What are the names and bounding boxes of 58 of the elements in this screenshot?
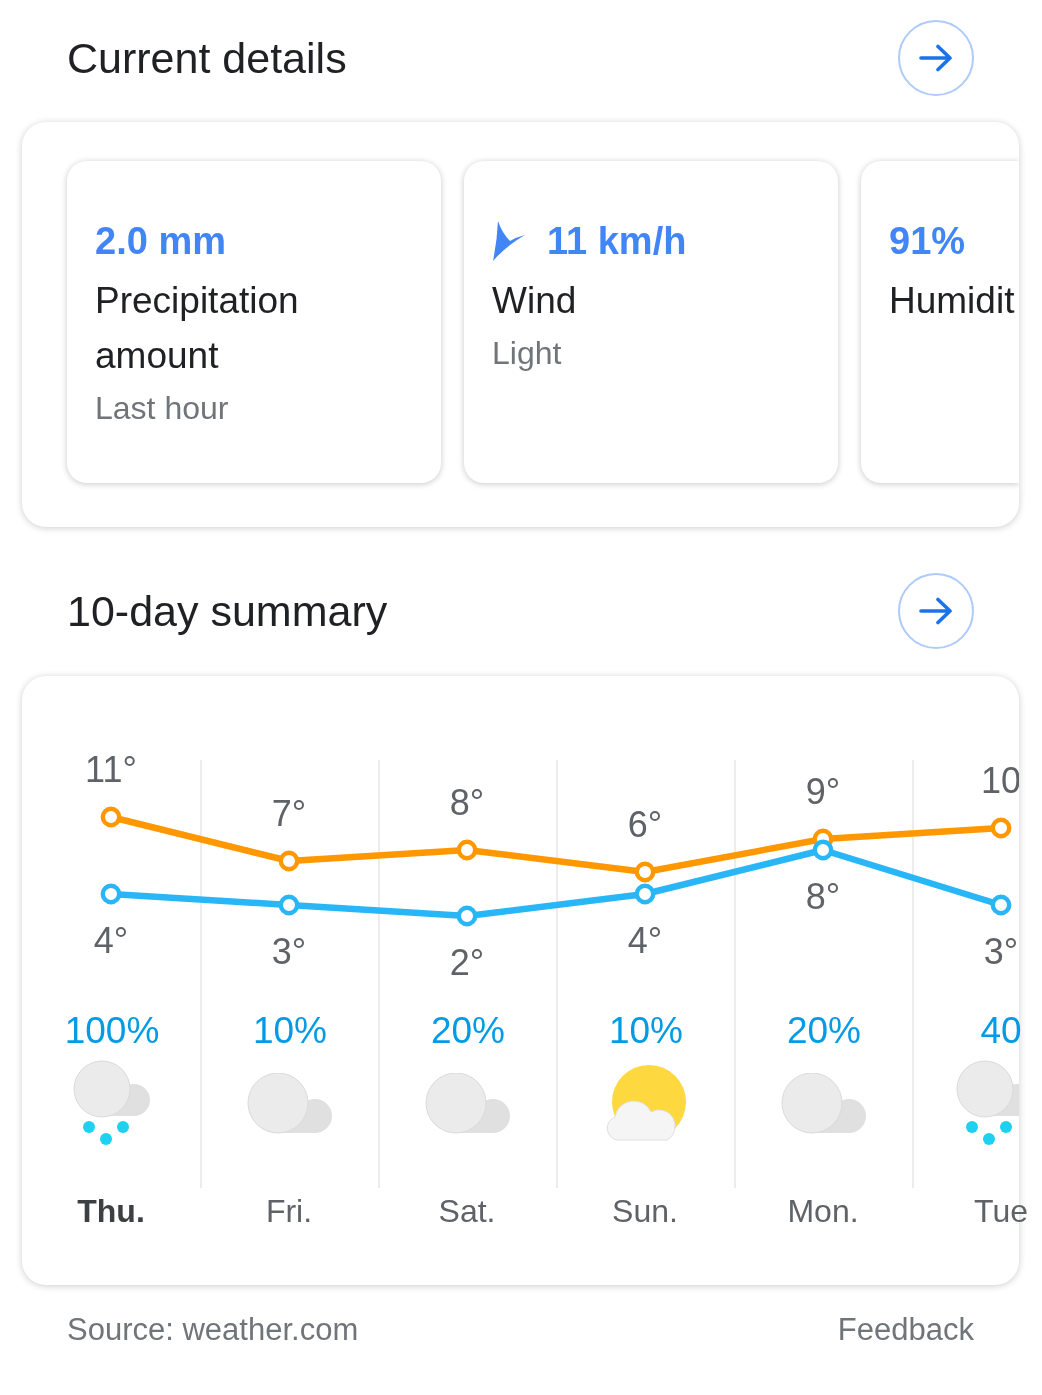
temperature-label: 8° (449, 781, 485, 823)
detail-label: Wind (492, 279, 577, 323)
cloud-icon (781, 1072, 867, 1134)
temperature-label: 6° (627, 803, 663, 845)
data-point (990, 817, 1012, 839)
detail-caption: Last hour (95, 389, 229, 428)
temperature-label: 8° (805, 875, 841, 917)
day-label[interactable]: Sun. (612, 1188, 678, 1234)
temperature-label: 2° (449, 941, 485, 983)
detail-label: Humidit (889, 279, 1015, 323)
temperature-label: 4° (93, 919, 129, 961)
data-point (278, 850, 300, 872)
arrow-right-icon (919, 597, 953, 625)
detail-card[interactable]: 91% Humidit (861, 161, 1019, 483)
cloud-icon (247, 1072, 333, 1134)
detail-value: 11 km/h (547, 219, 687, 264)
detail-value: 2.0 mm (95, 219, 226, 264)
day-label[interactable]: Mon. (787, 1188, 859, 1234)
temperature-label: 11° (85, 748, 137, 790)
detail-card[interactable]: 2.0 mm Precipitation amount Last hour (67, 161, 441, 483)
data-point (456, 839, 478, 861)
day-label[interactable]: Tue (974, 1188, 1028, 1234)
data-point (100, 883, 122, 905)
feedback-link[interactable]: Feedback (837, 1310, 974, 1350)
temperature-label: 3° (271, 930, 307, 972)
day-label[interactable]: Thu. (77, 1188, 145, 1234)
detail-caption: Light (492, 334, 562, 373)
temperature-label: 7° (271, 792, 307, 834)
sun-cloud-icon (605, 1065, 687, 1141)
temperature-label: 4° (627, 919, 663, 961)
detail-card[interactable]: 11 km/h Wind Light (464, 161, 838, 483)
precipitation-chance: 10% (252, 1009, 328, 1053)
precipitation-chance: 10% (608, 1009, 684, 1053)
section-title: 10-day summary (67, 586, 388, 637)
data-point (634, 883, 656, 905)
source-text: Source: weather.com (67, 1311, 359, 1349)
arrow-right-icon (919, 44, 953, 72)
temperature-label: 9° (805, 770, 841, 812)
rain-cloud-icon (73, 1060, 151, 1146)
rain-cloud-icon (956, 1060, 1019, 1146)
cloud-icon (425, 1072, 511, 1134)
day-label[interactable]: Fri. (265, 1188, 313, 1234)
detail-label: Precipitation amount (95, 279, 300, 378)
data-point (812, 839, 834, 861)
precipitation-chance: 20% (786, 1009, 862, 1053)
precipitation-chance: 20% (430, 1009, 506, 1053)
precipitation-chance: 40 (980, 1009, 1022, 1053)
precipitation-chance: 100% (64, 1009, 160, 1053)
day-label[interactable]: Sat. (438, 1188, 496, 1234)
data-point (634, 861, 656, 883)
data-point (990, 894, 1012, 916)
data-point (456, 905, 478, 927)
section-title: Current details (67, 33, 347, 84)
detail-value: 91% (889, 219, 966, 264)
direction-arrow-icon (492, 220, 526, 262)
data-point (278, 894, 300, 916)
temperature-label: 3° (983, 930, 1019, 972)
data-point (100, 806, 122, 828)
